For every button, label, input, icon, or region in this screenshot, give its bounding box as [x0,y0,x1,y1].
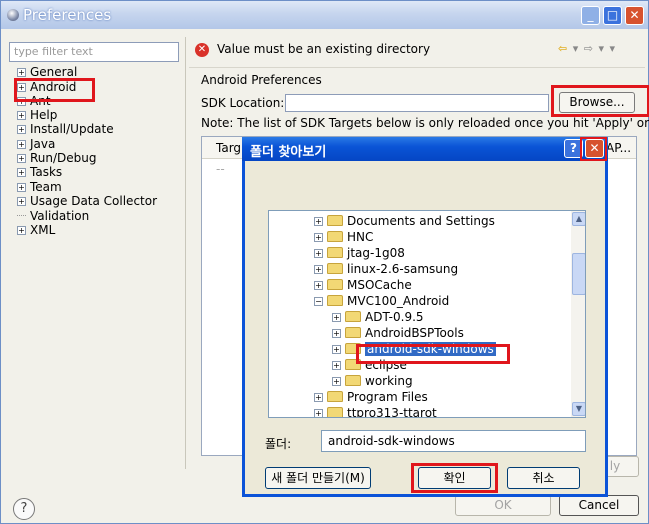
tree-item-help[interactable]: + Help [17,108,57,122]
folder-open-icon [327,295,343,306]
table-empty-row: -- [216,162,225,176]
tree-item-install-update[interactable]: + Install/Update [17,122,114,136]
window-title: Preferences [23,6,112,24]
column-header-target[interactable]: Targ [216,141,241,155]
scroll-down-icon[interactable]: ▼ [572,402,585,416]
close-button[interactable]: ✕ [625,6,644,25]
selected-folder-highlight-box [356,344,510,364]
error-icon: ✕ [195,43,209,57]
folder-item[interactable]: + Documents and Settings [314,213,495,229]
browse-highlight-box [551,85,649,117]
dialog-title-bar[interactable]: 폴더 찾아보기 ? ✕ [242,137,608,161]
folder-icon [327,391,343,402]
expand-icon[interactable]: + [332,329,341,338]
browse-folder-dialog: 폴더 찾아보기 ? ✕ + Documents and Settings + HNC… [242,137,608,497]
expand-icon[interactable]: + [17,68,26,77]
folder-label: 폴더: [265,437,292,451]
folder-icon [345,327,361,338]
folder-icon [327,247,343,258]
new-folder-button[interactable]: 새 폴더 만들기(M) [265,467,371,489]
reload-note: Note: The list of SDK Targets below is o… [201,116,649,130]
page-title: Android Preferences [201,73,322,87]
folder-item[interactable]: + HNC [314,229,373,245]
scroll-thumb[interactable] [572,253,585,295]
folder-input[interactable]: android-sdk-windows [321,430,586,452]
history-navigation[interactable]: ⇦ ▾ ⇨ ▾ ▾ [558,42,616,55]
expand-icon[interactable]: + [314,393,323,402]
preference-tree: + General + Android + Ant + Help + Install/Up… [9,65,179,465]
folder-item[interactable]: + ttpro313-ttarot [314,405,437,417]
expand-icon[interactable]: + [17,111,26,120]
expand-icon[interactable]: + [332,313,341,322]
tree-item-general[interactable]: + General [17,65,77,79]
sash-divider[interactable] [185,37,186,469]
expand-icon[interactable]: + [332,361,341,370]
close-highlight-box [580,137,607,161]
title-bar[interactable]: Preferences _ □ ✕ [1,1,648,29]
folder-tree-scrollbar[interactable]: ▲ ▼ [571,211,585,417]
tree-line [17,215,26,216]
folder-item[interactable]: − MVC100_Android [314,293,449,309]
tree-item-run-debug[interactable]: + Run/Debug [17,151,97,165]
header-separator [189,67,645,68]
tree-item-tasks[interactable]: + Tasks [17,165,62,179]
preferences-window: Preferences _ □ ✕ type filter text + Gene… [0,0,649,524]
expand-icon[interactable]: + [17,125,26,134]
expand-icon[interactable]: + [17,154,26,163]
expand-icon[interactable]: + [17,183,26,192]
expand-icon[interactable]: + [314,265,323,274]
folder-icon [345,375,361,386]
ok-button[interactable]: OK [455,495,551,516]
tree-item-xml[interactable]: + XML [17,223,55,237]
cancel-button[interactable]: Cancel [559,495,639,516]
dialog-title: 폴더 찾아보기 [250,145,327,160]
folder-item[interactable]: + working [332,373,413,389]
column-header-api[interactable]: AP... [606,141,631,155]
tree-item-team[interactable]: + Team [17,180,62,194]
folder-item[interactable]: + Program Files [314,389,428,405]
folder-item[interactable]: + jtag-1g08 [314,245,405,261]
folder-icon [327,407,343,417]
expand-icon[interactable]: + [314,409,323,417]
folder-item[interactable]: + MSOCache [314,277,412,293]
expand-icon[interactable]: + [332,345,341,354]
expand-icon[interactable]: + [17,140,26,149]
eclipse-icon [7,9,19,21]
forward-arrow-icon[interactable]: ⇨ [584,42,594,55]
tree-item-usage-data-collector[interactable]: + Usage Data Collector [17,194,157,208]
dialog-cancel-button[interactable]: 취소 [507,467,580,489]
expand-icon[interactable]: + [17,168,26,177]
expand-icon[interactable]: + [332,377,341,386]
minimize-button[interactable]: _ [581,6,600,25]
folder-icon [327,215,343,226]
scroll-up-icon[interactable]: ▲ [572,212,585,226]
expand-icon[interactable]: + [314,249,323,258]
expand-icon[interactable]: + [314,233,323,242]
help-icon[interactable]: ? [13,498,35,520]
folder-icon [327,231,343,242]
folder-item[interactable]: + ADT-0.9.5 [332,309,424,325]
back-arrow-icon[interactable]: ⇦ [558,42,568,55]
tree-item-java[interactable]: + Java [17,137,55,151]
expand-icon[interactable]: + [314,281,323,290]
folder-icon [327,279,343,290]
collapse-icon[interactable]: − [314,297,323,306]
folder-icon [345,311,361,322]
confirm-highlight-box [411,463,498,493]
error-message: Value must be an existing directory [217,42,431,56]
folder-item[interactable]: + linux-2.6-samsung [314,261,458,277]
expand-icon[interactable]: + [17,226,26,235]
filter-input[interactable]: type filter text [9,42,179,62]
sdk-location-input[interactable] [285,94,549,112]
folder-icon [327,263,343,274]
maximize-button[interactable]: □ [603,6,622,25]
expand-icon[interactable]: + [314,217,323,226]
folder-item[interactable]: + AndroidBSPTools [332,325,464,341]
tree-item-validation[interactable]: Validation [17,209,89,223]
android-highlight-box [14,78,95,102]
expand-icon[interactable]: + [17,197,26,206]
folder-tree[interactable]: + Documents and Settings + HNC + jtag-1g08 … [268,210,586,418]
sdk-location-label: SDK Location: [201,96,285,110]
